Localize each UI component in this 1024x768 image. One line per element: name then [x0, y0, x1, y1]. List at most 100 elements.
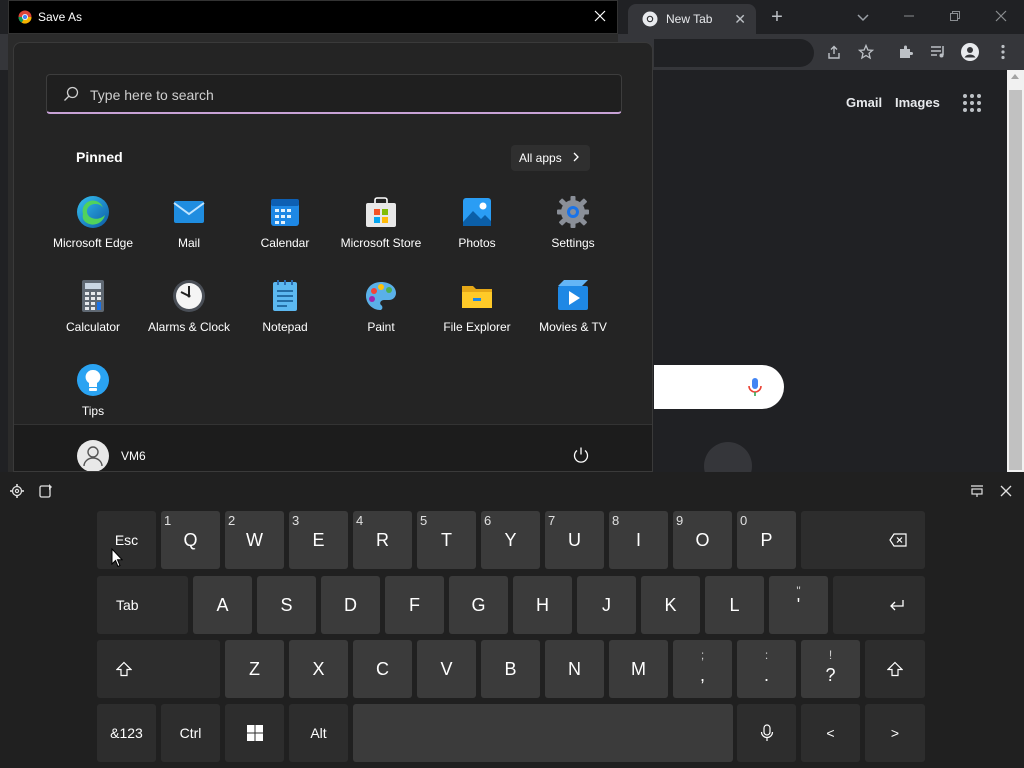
- restore-button[interactable]: [932, 4, 978, 28]
- key-l[interactable]: L: [705, 576, 764, 634]
- google-search-box[interactable]: [654, 365, 784, 409]
- images-link[interactable]: Images: [895, 95, 940, 110]
- app-paint[interactable]: Paint: [333, 278, 429, 354]
- key-b[interactable]: B: [481, 640, 540, 698]
- app-notepad[interactable]: Notepad: [237, 278, 333, 354]
- key-comma[interactable]: ; ,: [673, 640, 732, 698]
- chrome-page: [654, 70, 1006, 472]
- tab-close-icon[interactable]: ✕: [734, 11, 746, 27]
- user-avatar[interactable]: [77, 440, 109, 471]
- key-w[interactable]: 2 W: [225, 511, 284, 569]
- key-symbols[interactable]: &123: [97, 704, 156, 762]
- key-h[interactable]: H: [513, 576, 572, 634]
- key-tab[interactable]: Tab: [97, 576, 188, 634]
- scrollbar-thumb[interactable]: [1009, 90, 1022, 470]
- app-calendar[interactable]: Calendar: [237, 194, 333, 270]
- key-apostrophe[interactable]: " ': [769, 576, 828, 634]
- new-tab-button[interactable]: +: [766, 6, 788, 28]
- google-apps-icon[interactable]: [962, 93, 982, 113]
- app-microsoft-store[interactable]: Microsoft Store: [333, 194, 429, 270]
- scroll-up-icon[interactable]: [1011, 74, 1019, 79]
- app-movies-tv[interactable]: Movies & TV: [525, 278, 621, 354]
- all-apps-button[interactable]: All apps: [511, 145, 590, 171]
- key-o[interactable]: 9 O: [673, 511, 732, 569]
- app-label: Tips: [81, 404, 105, 418]
- key-windows[interactable]: [225, 704, 284, 762]
- key-u[interactable]: 7 U: [545, 511, 604, 569]
- key-m[interactable]: M: [609, 640, 668, 698]
- key-i[interactable]: 8 I: [609, 511, 668, 569]
- key-secondary: !: [828, 648, 833, 662]
- folder-icon: [462, 286, 492, 308]
- gear-icon[interactable]: [9, 483, 25, 499]
- key-f[interactable]: F: [385, 576, 444, 634]
- key-y[interactable]: 6 Y: [481, 511, 540, 569]
- key-x[interactable]: X: [289, 640, 348, 698]
- page-scrollbar[interactable]: [1007, 70, 1024, 472]
- key-c[interactable]: C: [353, 640, 412, 698]
- app-alarms-clock[interactable]: Alarms & Clock: [141, 278, 237, 354]
- key-z[interactable]: Z: [225, 640, 284, 698]
- calculator-icon: [82, 280, 104, 312]
- start-search-input[interactable]: Type here to search: [46, 74, 622, 114]
- power-icon[interactable]: [572, 446, 590, 464]
- app-label: Notepad: [262, 320, 308, 334]
- key-n[interactable]: N: [545, 640, 604, 698]
- media-queue-icon[interactable]: [928, 42, 948, 62]
- dialog-close-button[interactable]: [591, 7, 609, 25]
- app-settings[interactable]: Settings: [525, 194, 621, 270]
- keyboard-layout-icon[interactable]: [969, 483, 985, 499]
- close-icon[interactable]: [998, 483, 1014, 499]
- key-t[interactable]: 5 T: [417, 511, 476, 569]
- key-shift-right[interactable]: [865, 640, 925, 698]
- mouse-cursor-icon: [111, 548, 123, 568]
- key-voice-typing[interactable]: [737, 704, 796, 762]
- voice-search-icon[interactable]: [746, 377, 764, 397]
- key-number: 2: [228, 513, 236, 528]
- close-window-button[interactable]: [978, 4, 1024, 28]
- key-r[interactable]: 4 R: [353, 511, 412, 569]
- key-a[interactable]: A: [193, 576, 252, 634]
- key-p[interactable]: 0 P: [737, 511, 796, 569]
- key-esc[interactable]: Esc: [97, 511, 156, 569]
- app-file-explorer[interactable]: File Explorer: [429, 278, 525, 354]
- key-s[interactable]: S: [257, 576, 316, 634]
- key-d[interactable]: D: [321, 576, 380, 634]
- bookmark-star-icon[interactable]: [856, 42, 876, 62]
- key-ctrl[interactable]: Ctrl: [161, 704, 220, 762]
- app-microsoft-edge[interactable]: Microsoft Edge: [45, 194, 141, 270]
- minimize-button[interactable]: [886, 4, 932, 28]
- gmail-link[interactable]: Gmail: [846, 95, 882, 110]
- pinned-heading: Pinned: [76, 149, 123, 165]
- user-name[interactable]: VM6: [121, 449, 146, 463]
- key-v[interactable]: V: [417, 640, 476, 698]
- key-space[interactable]: [353, 704, 733, 762]
- key-enter[interactable]: [833, 576, 925, 634]
- app-photos[interactable]: Photos: [429, 194, 525, 270]
- key-label: F: [409, 594, 420, 615]
- tab-new-tab[interactable]: New Tab ✕: [628, 4, 756, 34]
- key-g[interactable]: G: [449, 576, 508, 634]
- key-shift-left[interactable]: [97, 640, 220, 698]
- key-alt[interactable]: Alt: [289, 704, 348, 762]
- key-period[interactable]: : .: [737, 640, 796, 698]
- key-question[interactable]: ! ?: [801, 640, 860, 698]
- profile-icon[interactable]: [960, 42, 980, 62]
- extensions-puzzle-icon[interactable]: [896, 42, 916, 62]
- app-calculator[interactable]: Calculator: [45, 278, 141, 354]
- key-q[interactable]: 1 Q: [161, 511, 220, 569]
- key-e[interactable]: 3 E: [289, 511, 348, 569]
- key-label: Alt: [310, 725, 327, 741]
- address-bar[interactable]: [654, 39, 814, 67]
- key-j[interactable]: J: [577, 576, 636, 634]
- clipboard-emoji-icon[interactable]: [38, 483, 54, 499]
- menu-kebab-icon[interactable]: [993, 42, 1013, 62]
- chevron-down-icon[interactable]: [852, 6, 874, 28]
- key-arrow-right[interactable]: >: [865, 704, 925, 762]
- share-icon[interactable]: [824, 42, 844, 62]
- key-backspace[interactable]: [801, 511, 925, 569]
- key-k[interactable]: K: [641, 576, 700, 634]
- tips-icon: [77, 364, 109, 396]
- key-arrow-left[interactable]: <: [801, 704, 860, 762]
- app-mail[interactable]: Mail: [141, 194, 237, 270]
